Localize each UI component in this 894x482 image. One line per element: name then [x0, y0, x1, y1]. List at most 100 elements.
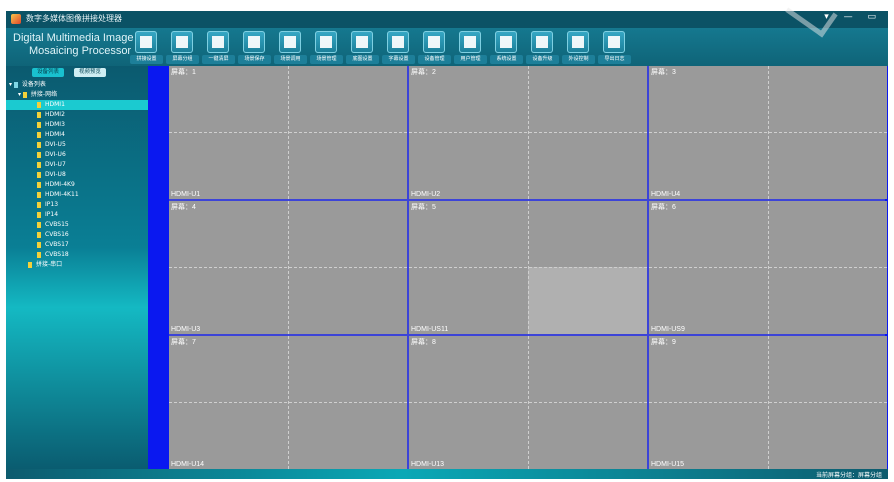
tree-network-node[interactable]: ▾ 拼接-网络 — [18, 90, 57, 100]
toolbar-button-4[interactable]: 场景调用 — [274, 31, 307, 65]
tree-input-item[interactable]: CVBS16 — [37, 230, 69, 240]
title-bar: 数字多媒体图像拼接处理器 ▾ — ▭ — [6, 11, 888, 28]
toolbar-button-12[interactable]: 外设控制 — [562, 31, 595, 65]
screen-source: HDMI-U4 — [651, 191, 681, 198]
toolbar-button-6[interactable]: 底图设置 — [346, 31, 379, 65]
tree-node-label: HDMI4 — [45, 131, 65, 138]
tree-input-item[interactable]: CVBS15 — [37, 220, 69, 230]
toolbar-button-8[interactable]: 设备管理 — [418, 31, 451, 65]
tree-input-item[interactable]: DVI-U7 — [37, 160, 66, 170]
toolbar-button-0[interactable]: 拼接设置 — [130, 31, 163, 65]
wall-separator — [169, 199, 885, 201]
grid-divider — [409, 402, 647, 403]
grid-divider — [409, 267, 647, 268]
screen-source: HDMI-U14 — [171, 461, 205, 468]
screen-source: HDMI-U15 — [651, 461, 685, 468]
tree-input-item[interactable]: DVI-U8 — [37, 170, 66, 180]
tree-node-label: 设备列表 — [21, 81, 46, 88]
tree-input-item[interactable]: IP14 — [37, 210, 58, 220]
sidebar: 设备列表 视频预览 ▾ 设备列表 ▾ 拼接-网络 HDMI1 HDMI2 HDMI3 HD… — [6, 66, 148, 469]
wall-screen[interactable]: 屏幕：7 HDMI-U14 — [169, 336, 407, 469]
tree-serial-node[interactable]: 拼接-串口 — [28, 260, 62, 270]
screen-label: 屏幕：9 — [651, 339, 676, 346]
toolbar-button-11[interactable]: 设备升级 — [526, 31, 559, 65]
tree-input-item[interactable]: IP13 — [37, 200, 58, 210]
highlight-quadrant — [528, 267, 647, 334]
tree-input-item[interactable]: CVBS17 — [37, 240, 69, 250]
toolbar-button-10[interactable]: 系统设置 — [490, 31, 523, 65]
toolbar-button-7[interactable]: 字幕设置 — [382, 31, 415, 65]
toolbar-button-2[interactable]: 一键清屏 — [202, 31, 235, 65]
wall-separator — [407, 66, 409, 469]
grid-divider — [649, 267, 887, 268]
grid-divider — [169, 267, 407, 268]
toolbar-button-13[interactable]: 导出日志 — [598, 31, 631, 65]
grid-icon — [279, 31, 301, 53]
wall-screen[interactable]: 屏幕：1 HDMI-U1 — [169, 66, 407, 199]
tree-input-item[interactable]: DVI-U5 — [37, 140, 66, 150]
grid-divider — [169, 132, 407, 133]
wall-screen[interactable]: 屏幕：9 HDMI-U15 — [649, 336, 887, 469]
layout-icon — [135, 31, 157, 53]
tree-root[interactable]: ▾ 设备列表 — [9, 80, 46, 90]
screen-label: 屏幕：6 — [651, 204, 676, 211]
tree-input-item[interactable]: HDMI2 — [37, 110, 65, 120]
tab-device-list[interactable]: 设备列表 — [32, 68, 64, 77]
tree-node-label: CVBS18 — [45, 251, 69, 258]
toolbar-button-label: 拼接设置 — [130, 55, 163, 64]
tree-node-label: CVBS17 — [45, 241, 69, 248]
brand-line-1: Digital Multimedia Image — [13, 32, 134, 44]
toolbar-button-1[interactable]: 屏幕分组 — [166, 31, 199, 65]
screen-source: HDMI-U2 — [411, 191, 441, 198]
app-logo-icon — [11, 14, 21, 24]
grid-divider — [169, 402, 407, 403]
grid-divider — [649, 132, 887, 133]
toolbar-button-label: 屏幕分组 — [166, 55, 199, 64]
wall-separator — [169, 334, 885, 336]
tree-input-item[interactable]: CVBS18 — [37, 250, 69, 260]
grid-divider — [409, 132, 647, 133]
copy-icon — [243, 31, 265, 53]
toolbar-button-label: 设备管理 — [418, 55, 451, 64]
toolbar-button-5[interactable]: 场景管理 — [310, 31, 343, 65]
tree-input-item[interactable]: HDMI4 — [37, 130, 65, 140]
tree-node-label: IP14 — [45, 211, 59, 218]
log-icon — [603, 31, 625, 53]
video-wall-frame: 屏幕：1 HDMI-U1 屏幕：2 HDMI-U2 屏幕：3 HDMI-U4 屏幕：4 HDM… — [148, 66, 888, 469]
wall-screen[interactable]: 屏幕：2 HDMI-U2 — [409, 66, 647, 199]
tree-input-item[interactable]: HDMI1 — [6, 100, 148, 110]
toolbar-button-label: 设备升级 — [526, 55, 559, 64]
screen-source: HDMI-U13 — [411, 461, 445, 468]
grid-gear-icon — [315, 31, 337, 53]
tree-node-label: IP13 — [45, 201, 59, 208]
tree-input-item[interactable]: DVI-U6 — [37, 150, 66, 160]
screen-label: 屏幕：2 — [411, 69, 436, 76]
wall-screen[interactable]: 屏幕：8 HDMI-U13 — [409, 336, 647, 469]
screen-label: 屏幕：7 — [171, 339, 196, 346]
tree-input-item[interactable]: HDMI-4K11 — [37, 190, 79, 200]
screen-source: HDMI-US11 — [411, 326, 449, 333]
tree-node-label: HDMI3 — [45, 121, 65, 128]
tree-node-label: 拼接-网络 — [30, 91, 58, 98]
wall-separator — [647, 66, 649, 469]
wall-screen[interactable]: 屏幕：5 HDMI-US11 — [409, 201, 647, 334]
tree-node-label: HDMI-4K11 — [45, 191, 79, 198]
screen-source: HDMI-U3 — [171, 326, 201, 333]
toolbar-button-3[interactable]: 场景保存 — [238, 31, 271, 65]
upgrade-icon — [531, 31, 553, 53]
tree-node-label: CVBS16 — [45, 231, 69, 238]
tree-node-label: DVI-U7 — [45, 161, 66, 168]
wall-screen[interactable]: 屏幕：3 HDMI-U4 — [649, 66, 887, 199]
tree-input-item[interactable]: HDMI-4K9 — [37, 180, 75, 190]
tree-node-label: HDMI2 — [45, 111, 65, 118]
status-text: 当前屏幕分组：屏幕分组 — [815, 472, 882, 479]
tree-node-label: 拼接-串口 — [36, 261, 63, 268]
toolbar-button-9[interactable]: 用户管理 — [454, 31, 487, 65]
wall-screen[interactable]: 屏幕：4 HDMI-U3 — [169, 201, 407, 334]
tab-video-preview[interactable]: 视频预览 — [74, 68, 106, 77]
tree-input-item[interactable]: HDMI3 — [37, 120, 65, 130]
grid-divider — [649, 402, 887, 403]
wall-screen[interactable]: 屏幕：6 HDMI-US9 — [649, 201, 887, 334]
toolbar-button-label: 系统设置 — [490, 55, 523, 64]
tree-node-label: CVBS15 — [45, 221, 69, 228]
